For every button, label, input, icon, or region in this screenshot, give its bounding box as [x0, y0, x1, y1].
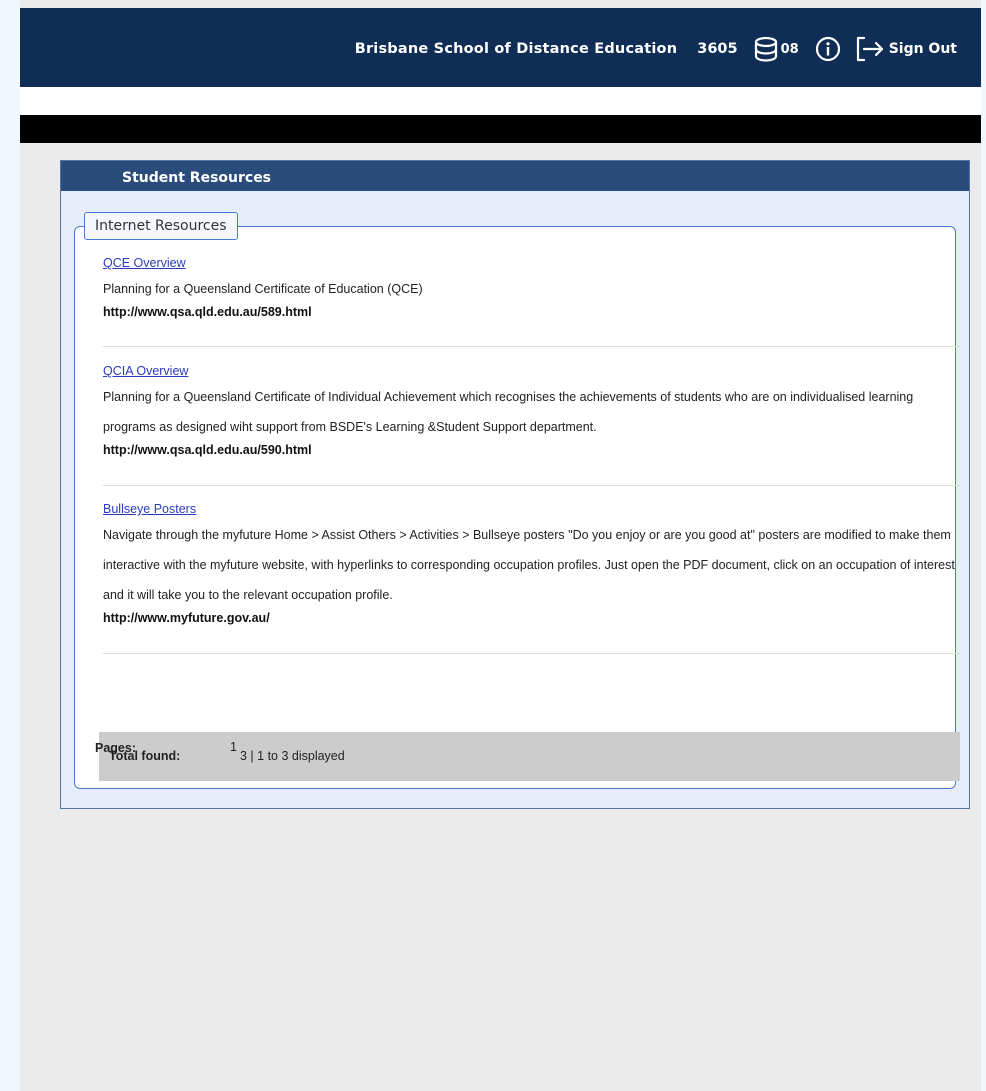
internet-resources-fieldset: QCE Overview Planning for a Queensland C… — [74, 226, 960, 789]
school-code: 3605 — [697, 41, 738, 57]
resource-entry: Bullseye Posters Navigate through the my… — [103, 500, 960, 654]
resource-url: http://www.qsa.qld.edu.au/590.html — [103, 443, 312, 457]
resource-description: Navigate through the myfuture Home > Ass… — [103, 528, 955, 602]
resource-description: Planning for a Queensland Certificate of… — [103, 390, 914, 434]
info-icon — [815, 36, 840, 62]
database-button[interactable]: 08 — [754, 36, 799, 62]
sign-out-icon — [856, 36, 883, 62]
resource-description: Planning for a Queensland Certificate of… — [103, 282, 423, 296]
total-found-value: 3 | 1 to 3 displayed — [240, 749, 345, 763]
resource-entry: QCE Overview Planning for a Queensland C… — [103, 254, 960, 347]
resource-title-link[interactable]: QCE Overview — [103, 256, 186, 270]
student-resources-panel: Student Resources QCE Overview Planning … — [60, 160, 970, 809]
totals-bar: Total found: 3 | 1 to 3 displayed — [99, 732, 960, 781]
fieldset-legend: Internet Resources — [84, 212, 238, 240]
sign-out-button[interactable]: Sign Out — [855, 36, 957, 62]
subheader-bar — [20, 87, 981, 115]
resource-entry: QCIA Overview Planning for a Queensland … — [103, 362, 960, 486]
resource-title-link[interactable]: QCIA Overview — [103, 364, 188, 378]
sign-out-label: Sign Out — [888, 41, 957, 57]
header-bar: Brisbane School of Distance Education 36… — [20, 8, 981, 87]
school-name: Brisbane School of Distance Education — [354, 41, 678, 57]
database-icon — [754, 36, 777, 62]
resource-title-link[interactable]: Bullseye Posters — [103, 502, 196, 516]
pages-label: Pages: — [95, 741, 136, 755]
resource-url: http://www.myfuture.gov.au/ — [103, 611, 270, 625]
header-content: Brisbane School of Distance Education 36… — [355, 34, 957, 64]
info-button[interactable] — [815, 36, 841, 62]
page-link[interactable]: 1 — [230, 740, 237, 754]
panel-title: Student Resources — [61, 161, 969, 191]
navigation-bar — [20, 115, 981, 143]
resource-url: http://www.qsa.qld.edu.au/589.html — [103, 305, 312, 319]
database-number: 08 — [780, 41, 799, 57]
